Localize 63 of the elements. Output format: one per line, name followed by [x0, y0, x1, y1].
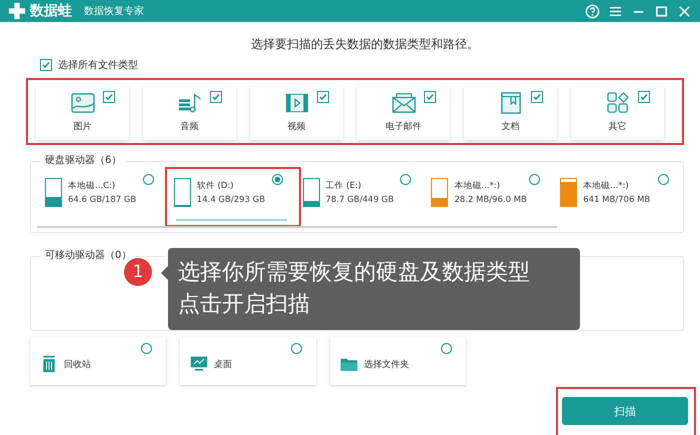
file-type-checkbox[interactable]: [210, 91, 222, 103]
location-label: 桌面: [214, 358, 232, 370]
file-type-checkbox[interactable]: [103, 91, 115, 103]
envelope-icon: [392, 92, 416, 114]
maximize-icon[interactable]: [654, 4, 669, 18]
location-card[interactable]: 选择文件夹: [330, 337, 466, 385]
drive-size: 14.4 GB/293 GB: [196, 195, 266, 205]
radio-button[interactable]: [658, 174, 669, 185]
radio-button[interactable]: [141, 343, 152, 354]
file-type-checkbox[interactable]: [638, 91, 650, 103]
radio-button[interactable]: [142, 174, 154, 185]
cross-logo-icon: [8, 2, 26, 20]
image-icon: [70, 92, 94, 114]
page-heading: 选择要扫描的丢失数据的数据类型和路径。: [250, 36, 480, 52]
location-label: 选择文件夹: [364, 358, 409, 370]
file-type-card[interactable]: 图片: [36, 86, 129, 140]
drive-size: 641 MB/706 MB: [583, 195, 650, 205]
grid-shapes-icon: [606, 92, 630, 114]
file-type-checkbox[interactable]: [531, 91, 543, 103]
monitor-icon: [190, 355, 208, 373]
drive-item[interactable]: 本地磁...C:) 64.6 GB/187 GB: [39, 170, 168, 218]
file-type-checkbox[interactable]: [424, 91, 436, 103]
video-icon: [284, 92, 308, 114]
radio-button[interactable]: [400, 174, 412, 185]
panel-title: 可移动驱动器（0）: [41, 250, 136, 262]
file-type-card[interactable]: 音频: [143, 86, 236, 140]
drive-item[interactable]: 本地磁...*:) 28.2 MB/96.0 MB: [425, 170, 554, 218]
drive-item[interactable]: 本地磁...*:) 641 MB/706 MB: [554, 170, 683, 218]
radio-button[interactable]: [272, 174, 283, 185]
drive-name: 本地磁...*:): [583, 180, 630, 192]
help-icon[interactable]: [585, 4, 600, 18]
radio-button[interactable]: [291, 343, 302, 354]
music-icon: [178, 92, 202, 114]
select-all-checkbox[interactable]: [40, 59, 52, 71]
tooltip-text: 选择你所需要恢复的硬盘及数据类型: [178, 259, 531, 287]
location-card[interactable]: 桌面: [180, 337, 316, 385]
drive-name: 工作 (E:): [326, 180, 362, 192]
file-type-checkbox[interactable]: [317, 91, 329, 103]
tooltip-text: 点击开启扫描: [178, 291, 311, 319]
radio-button[interactable]: [441, 343, 452, 354]
drive-size: 64.6 GB/187 GB: [68, 195, 136, 205]
drive-name: 本地磁...*:): [454, 180, 501, 192]
location-card[interactable]: 回收站: [30, 337, 166, 385]
step-badge: 1: [124, 258, 152, 286]
file-type-card[interactable]: 文档: [464, 86, 557, 140]
select-all-label: 选择所有文件类型: [58, 58, 138, 72]
drive-item[interactable]: 工作 (E:) 78.7 GB/449 GB: [296, 170, 426, 218]
file-type-card[interactable]: 其它: [571, 86, 664, 140]
radio-button[interactable]: [529, 174, 540, 185]
location-label: 回收站: [64, 358, 91, 370]
panel-title: 硬盘驱动器（6）: [41, 155, 126, 167]
drive-name: 软件 (D:): [196, 180, 235, 192]
app-subtitle: 数据恢复专家: [84, 4, 144, 18]
document-icon: [498, 92, 522, 114]
scrollbar[interactable]: [37, 226, 557, 228]
drive-item[interactable]: 软件 (D:) 14.4 GB/293 GB: [168, 170, 297, 218]
drive-name: 本地磁...C:): [68, 180, 116, 192]
drive-size: 78.7 GB/449 GB: [326, 195, 394, 205]
app-name: 数据蛙: [30, 2, 72, 20]
file-type-card[interactable]: 视频: [250, 86, 343, 140]
file-type-card[interactable]: 电子邮件: [357, 86, 450, 140]
close-icon[interactable]: [677, 4, 692, 18]
drive-size: 28.2 MB/96.0 MB: [454, 195, 527, 205]
